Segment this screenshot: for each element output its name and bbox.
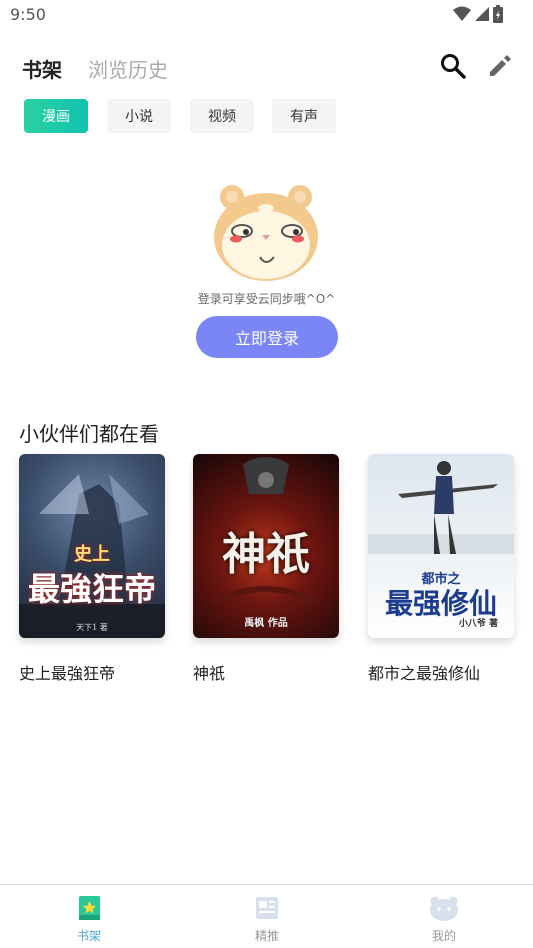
cover-title: 神祇 <box>222 529 310 580</box>
book-title: 神祇 <box>193 664 226 683</box>
nav-featured[interactable]: 精推 <box>178 885 356 948</box>
cover-author: 小八爷 著 <box>458 619 498 629</box>
status-bar: 9:50 <box>0 0 533 30</box>
book-card[interactable]: 都市之 最强修仙 小八爷 著 都市之最強修仙 <box>368 454 514 684</box>
book-cover[interactable]: 史上 最強狂帝 天下1 著 <box>19 454 165 638</box>
category-comics[interactable]: 漫画 <box>24 99 88 133</box>
featured-icon <box>256 897 278 919</box>
cover-author: 天下1 著 <box>76 623 108 632</box>
login-tip: 登录可享受云同步哦^O^ <box>197 292 336 306</box>
book-card[interactable]: 神祇 禹枫 作品 神祇 <box>193 454 339 684</box>
book-card[interactable]: 史上 最強狂帝 天下1 著 史上最強狂帝 <box>19 454 165 684</box>
book-title: 都市之最強修仙 <box>368 664 481 683</box>
battery-icon <box>493 5 503 23</box>
nav-label-bookshelf: 书架 <box>76 929 101 943</box>
cover-title-top: 史上 <box>74 544 110 565</box>
bookshelf-icon <box>79 896 100 920</box>
nav-bookshelf[interactable]: 书架 <box>0 885 178 948</box>
section-title-recommend: 小伙伴们都在看 <box>19 422 159 446</box>
category-audio[interactable]: 有声 <box>272 99 336 133</box>
cover-title: 史上 最強狂帝 <box>19 538 165 606</box>
book-title: 史上最強狂帝 <box>19 664 116 683</box>
book-cover[interactable]: 神祇 禹枫 作品 <box>193 454 339 638</box>
profile-icon <box>430 896 458 921</box>
hamster-mascot-illustration <box>214 185 318 281</box>
cover-author: 禹枫 作品 <box>244 618 288 629</box>
category-videos[interactable]: 视频 <box>190 99 254 133</box>
bottom-nav: 书架 精推 我的 <box>0 884 533 948</box>
login-button[interactable]: 立即登录 <box>196 316 338 358</box>
edit-button[interactable] <box>486 52 514 80</box>
nav-label-profile: 我的 <box>431 929 456 943</box>
nav-label-featured: 精推 <box>254 929 279 943</box>
signal-icon <box>475 7 489 21</box>
category-novels[interactable]: 小说 <box>107 99 171 133</box>
cover-title-main: 最強狂帝 <box>27 570 156 608</box>
wifi-icon <box>453 6 471 21</box>
tab-browse-history[interactable]: 浏览历史 <box>88 54 168 83</box>
book-cover[interactable]: 都市之 最强修仙 小八爷 著 <box>368 454 514 638</box>
status-icons <box>453 5 503 23</box>
status-time: 9:50 <box>10 5 46 24</box>
pencil-icon <box>490 55 511 76</box>
search-button[interactable] <box>439 52 467 80</box>
tab-bookshelf[interactable]: 书架 <box>22 54 62 83</box>
search-icon <box>441 54 466 79</box>
nav-profile[interactable]: 我的 <box>355 885 533 948</box>
